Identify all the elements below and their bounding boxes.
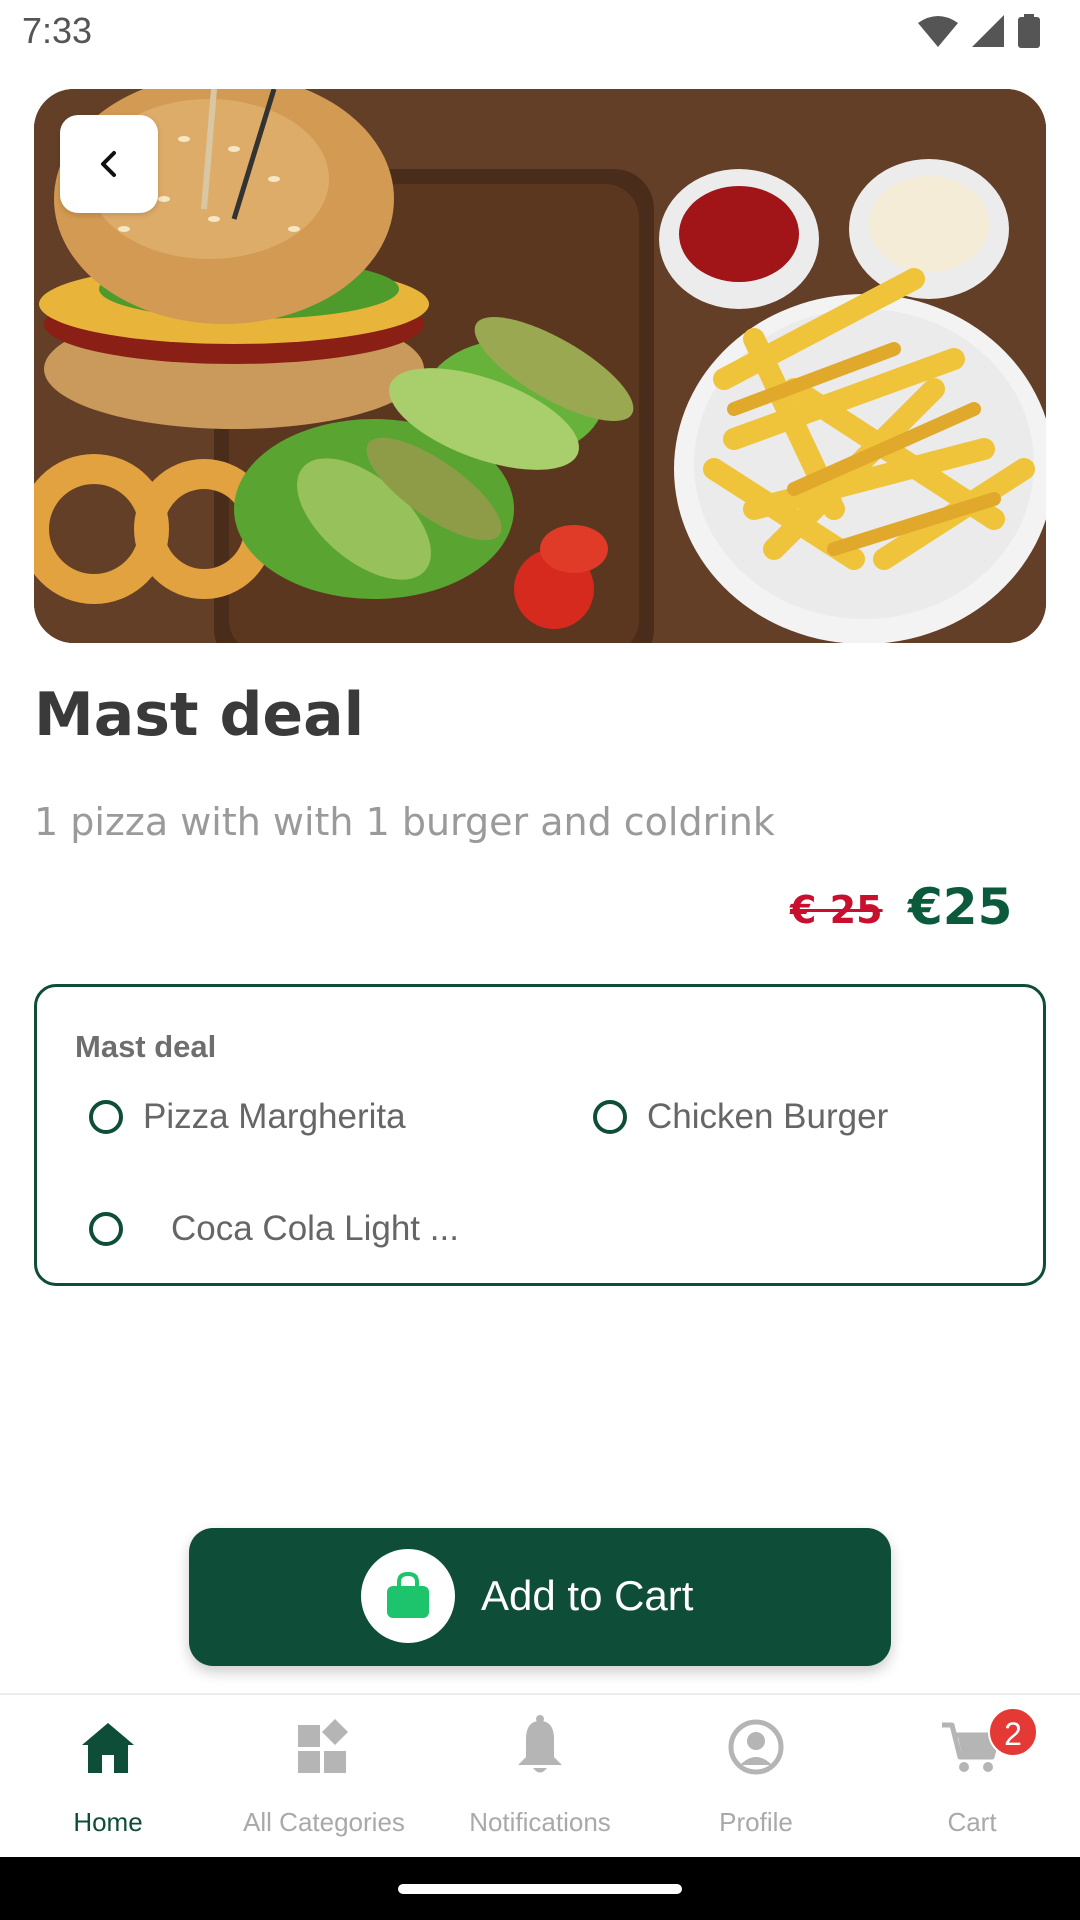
product-title: Mast deal bbox=[34, 680, 365, 750]
nav-item-home[interactable]: Home bbox=[0, 1695, 216, 1859]
home-gesture-pill[interactable] bbox=[398, 1884, 682, 1894]
signal-icon bbox=[972, 15, 1004, 47]
bottom-navigation: Home All Categories Notifications Profil… bbox=[0, 1693, 1080, 1857]
nav-label-cart: Cart bbox=[947, 1807, 997, 1837]
current-price: €25 bbox=[908, 878, 1013, 936]
add-to-cart-button[interactable]: Add to Cart bbox=[189, 1528, 891, 1666]
radio-button[interactable] bbox=[89, 1212, 123, 1246]
bell-icon bbox=[518, 1715, 562, 1773]
status-bar: 7:33 bbox=[0, 0, 1080, 64]
nav-item-profile[interactable]: Profile bbox=[648, 1695, 864, 1859]
add-to-cart-label: Add to Cart bbox=[481, 1572, 694, 1619]
option-label: Pizza Margherita bbox=[143, 1097, 406, 1136]
cart-badge: 2 bbox=[988, 1707, 1038, 1757]
status-time: 7:33 bbox=[22, 10, 93, 51]
product-description: 1 pizza with with 1 burger and coldrink bbox=[34, 800, 775, 844]
status-icons bbox=[918, 14, 1040, 48]
nav-label-profile: Profile bbox=[719, 1807, 793, 1837]
nav-item-notifications[interactable]: Notifications bbox=[432, 1695, 648, 1859]
nav-label-notifications: Notifications bbox=[469, 1807, 611, 1837]
original-price: € 25 bbox=[790, 888, 883, 932]
nav-item-all-categories[interactable]: All Categories bbox=[216, 1695, 432, 1859]
nav-item-cart[interactable]: 2 Cart bbox=[864, 1695, 1080, 1859]
categories-icon bbox=[298, 1719, 348, 1773]
home-icon bbox=[82, 1723, 134, 1773]
option-label: Coca Cola Light ... bbox=[171, 1209, 459, 1248]
option-label: Chicken Burger bbox=[647, 1097, 889, 1136]
radio-button[interactable] bbox=[593, 1100, 627, 1134]
options-group-title: Mast deal bbox=[75, 1029, 217, 1064]
option-chicken-burger[interactable]: Chicken Burger bbox=[593, 1097, 888, 1137]
system-navigation-bar bbox=[0, 1857, 1080, 1920]
radio-button[interactable] bbox=[89, 1100, 123, 1134]
deal-options-box: Mast deal Pizza Margherita Chicken Burge… bbox=[34, 984, 1046, 1286]
chevron-left-icon bbox=[101, 151, 116, 177]
nav-label-home: Home bbox=[73, 1807, 143, 1837]
nav-label-all-categories: All Categories bbox=[243, 1807, 405, 1837]
battery-icon bbox=[1018, 14, 1040, 48]
option-pizza-margherita[interactable]: Pizza Margherita bbox=[89, 1097, 406, 1137]
back-button[interactable] bbox=[60, 115, 158, 213]
product-image bbox=[34, 89, 1046, 643]
wifi-icon bbox=[918, 16, 958, 47]
option-coca-cola-light[interactable]: Coca Cola Light ... bbox=[89, 1209, 459, 1249]
cart-button-icon-circle bbox=[361, 1549, 455, 1643]
shopping-bag-icon bbox=[387, 1572, 429, 1618]
profile-icon bbox=[728, 1719, 784, 1775]
